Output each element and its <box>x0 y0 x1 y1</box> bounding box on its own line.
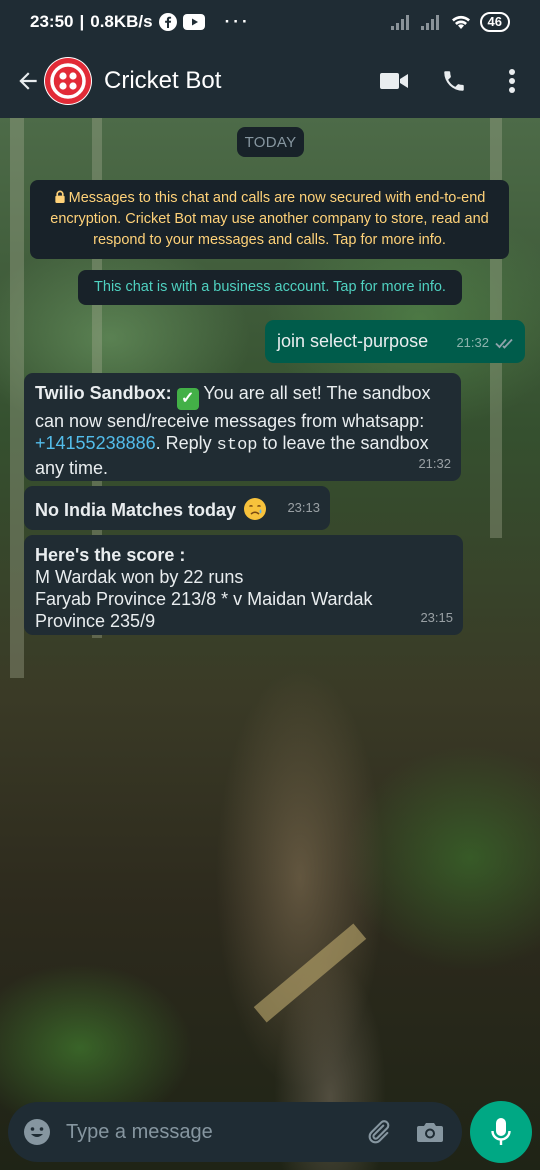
network-speed: 0.8KB/s <box>90 12 153 31</box>
message-incoming[interactable]: Here's the score : M Wardak won by 22 ru… <box>24 535 463 635</box>
lock-icon <box>54 190 65 203</box>
message-composer <box>8 1102 462 1162</box>
voice-message-button[interactable] <box>470 1101 532 1163</box>
message-incoming[interactable]: Twilio Sandbox: ✓ You are all set! The s… <box>24 373 461 481</box>
message-input[interactable] <box>66 1120 352 1144</box>
attach-button[interactable] <box>352 1103 404 1161</box>
crying-face-icon <box>244 498 267 520</box>
message-incoming[interactable]: No India Matches today 23:13 <box>24 486 330 530</box>
message-time: 21:32 <box>456 335 489 350</box>
video-call-button[interactable] <box>364 51 424 111</box>
emoji-button[interactable] <box>8 1103 66 1161</box>
status-separator: | <box>79 12 85 31</box>
facebook-icon <box>158 13 177 31</box>
battery-indicator: 46 <box>479 12 510 32</box>
message-time: 23:13 <box>287 500 320 515</box>
camera-button[interactable] <box>404 1103 456 1161</box>
message-time: 21:32 <box>418 456 451 471</box>
message-line: M Wardak won by 22 runs <box>35 567 244 587</box>
mic-icon <box>491 1118 511 1145</box>
video-call-icon <box>380 73 408 89</box>
message-outgoing[interactable]: join select-purpose 21:32 <box>265 320 525 363</box>
attach-icon <box>368 1120 390 1144</box>
message-text: . Reply <box>155 433 217 453</box>
twilio-logo <box>45 58 91 104</box>
contact-name[interactable]: Cricket Bot <box>104 67 221 95</box>
more-notifications-icon: ··· <box>224 12 251 31</box>
more-options-button[interactable] <box>484 51 540 111</box>
phone-number-link[interactable]: +14155238886 <box>35 433 156 453</box>
youtube-icon <box>182 14 205 30</box>
chat-header: Cricket Bot <box>0 44 540 118</box>
business-account-notice[interactable]: This chat is with a business account. Ta… <box>78 270 462 305</box>
signal-icon <box>390 14 412 30</box>
signal-icon <box>420 14 442 30</box>
message-text: join select-purpose <box>277 331 429 351</box>
back-arrow-icon <box>19 72 37 90</box>
more-vert-icon <box>509 69 515 93</box>
double-check-icon <box>495 338 513 349</box>
wifi-icon <box>450 13 472 31</box>
message-text: No India Matches today <box>35 500 237 520</box>
message-title: Here's the score : <box>35 545 186 565</box>
camera-icon <box>417 1123 443 1142</box>
emoji-icon <box>24 1119 50 1145</box>
message-time: 23:15 <box>420 610 453 625</box>
chat-area[interactable]: TODAY Messages to this chat and calls ar… <box>0 118 540 1098</box>
message-line: Faryab Province 213/8 * v Maidan Wardak … <box>35 589 373 631</box>
message-sender: Twilio Sandbox: <box>35 383 172 403</box>
status-bar: 23:50 | 0.8KB/s ··· 46 <box>0 0 540 44</box>
white-heavy-check-mark-icon: ✓ <box>176 388 199 410</box>
status-time: 23:50 <box>30 12 74 31</box>
phone-call-icon <box>444 71 464 91</box>
message-code: stop <box>216 436 258 455</box>
encryption-notice[interactable]: Messages to this chat and calls are now … <box>30 180 509 259</box>
encryption-notice-text: Messages to this chat and calls are now … <box>50 190 489 248</box>
date-chip: TODAY <box>237 127 304 157</box>
voice-call-button[interactable] <box>424 51 484 111</box>
contact-avatar[interactable] <box>44 57 92 105</box>
